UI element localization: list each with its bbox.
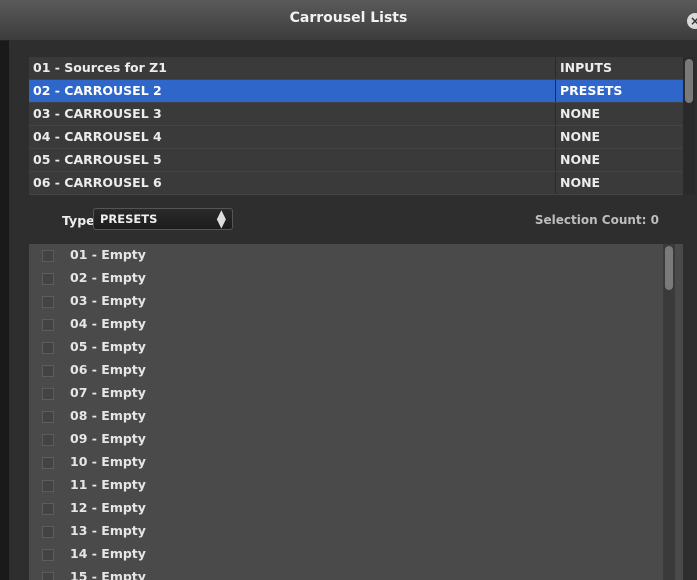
type-select-value: PRESETS	[100, 212, 158, 226]
carrousel-list-scrollbar[interactable]	[683, 57, 695, 195]
preset-row[interactable]: 13 - Empty	[29, 520, 683, 543]
carrousel-row[interactable]: 04 - CARROUSEL 4 NONE	[29, 126, 683, 149]
preset-label: 06 - Empty	[70, 362, 146, 377]
carrousel-row-type: PRESETS	[555, 80, 683, 102]
preset-row[interactable]: 07 - Empty	[29, 382, 683, 405]
preset-checkbox[interactable]	[42, 434, 54, 446]
type-select[interactable]: PRESETS ▲ ▼	[93, 208, 233, 230]
preset-row[interactable]: 14 - Empty	[29, 543, 683, 566]
preset-row[interactable]: 09 - Empty	[29, 428, 683, 451]
carrousel-row-type: INPUTS	[555, 57, 683, 79]
preset-row[interactable]: 11 - Empty	[29, 474, 683, 497]
preset-label: 02 - Empty	[70, 270, 146, 285]
carrousel-row[interactable]: 06 - CARROUSEL 6 NONE	[29, 172, 683, 195]
preset-row[interactable]: 06 - Empty	[29, 359, 683, 382]
carrousel-list: 01 - Sources for Z1 INPUTS 02 - CARROUSEL …	[29, 57, 683, 195]
preset-checkbox[interactable]	[42, 273, 54, 285]
preset-row[interactable]: 08 - Empty	[29, 405, 683, 428]
carrousel-row-name: 01 - Sources for Z1	[33, 60, 167, 75]
scrollbar-thumb[interactable]	[665, 246, 673, 290]
selection-count: Selection Count: 0	[534, 213, 659, 227]
preset-checkbox[interactable]	[42, 457, 54, 469]
preset-checkbox[interactable]	[42, 572, 54, 580]
preset-label: 13 - Empty	[70, 523, 146, 538]
preset-checkbox[interactable]	[42, 296, 54, 308]
type-label: Type	[62, 213, 95, 228]
preset-row[interactable]: 12 - Empty	[29, 497, 683, 520]
preset-label: 12 - Empty	[70, 500, 146, 515]
preset-row[interactable]: 02 - Empty	[29, 267, 683, 290]
carrousel-row[interactable]: 03 - CARROUSEL 3 NONE	[29, 103, 683, 126]
preset-row[interactable]: 10 - Empty	[29, 451, 683, 474]
window-title: Carrousel Lists	[289, 10, 408, 26]
preset-row[interactable]: 04 - Empty	[29, 313, 683, 336]
preset-row[interactable]: 05 - Empty	[29, 336, 683, 359]
preset-label: 09 - Empty	[70, 431, 146, 446]
preset-checkbox[interactable]	[42, 365, 54, 377]
carrousel-row-name: 03 - CARROUSEL 3	[33, 106, 162, 121]
preset-label: 10 - Empty	[70, 454, 146, 469]
preset-checkbox[interactable]	[42, 250, 54, 262]
updown-arrow-icon: ▲ ▼	[216, 207, 226, 230]
carrousel-row-name: 04 - CARROUSEL 4	[33, 129, 162, 144]
carrousel-row-name: 06 - CARROUSEL 6	[33, 175, 162, 190]
preset-label: 15 - Empty	[70, 569, 146, 580]
carrousel-row[interactable]: 05 - CARROUSEL 5 NONE	[29, 149, 683, 172]
scrollbar-thumb[interactable]	[685, 59, 693, 103]
preset-checkbox[interactable]	[42, 319, 54, 331]
preset-checkbox[interactable]	[42, 388, 54, 400]
preset-label: 01 - Empty	[70, 247, 146, 262]
carrousel-row-type: NONE	[555, 149, 683, 171]
presets-scrollbar[interactable]	[663, 244, 675, 580]
preset-label: 05 - Empty	[70, 339, 146, 354]
carrousel-row-type: NONE	[555, 103, 683, 125]
carrousel-row-type: NONE	[555, 126, 683, 148]
preset-checkbox[interactable]	[42, 549, 54, 561]
title-bar: Carrousel Lists ×	[0, 0, 697, 41]
preset-checkbox[interactable]	[42, 480, 54, 492]
carrousel-row[interactable]: 02 - CARROUSEL 2 PRESETS	[29, 80, 683, 103]
carrousel-row-name: 05 - CARROUSEL 5	[33, 152, 162, 167]
carrousel-row-type: NONE	[555, 172, 683, 194]
preset-checkbox[interactable]	[42, 411, 54, 423]
preset-checkbox[interactable]	[42, 503, 54, 515]
preset-label: 04 - Empty	[70, 316, 146, 331]
carrousel-dialog: 01 - Sources for Z1 INPUTS 02 - CARROUSEL …	[9, 40, 697, 580]
preset-label: 08 - Empty	[70, 408, 146, 423]
preset-label: 11 - Empty	[70, 477, 146, 492]
preset-row[interactable]: 03 - Empty	[29, 290, 683, 313]
preset-row[interactable]: 01 - Empty	[29, 244, 683, 267]
preset-checkbox[interactable]	[42, 526, 54, 538]
carrousel-row[interactable]: 01 - Sources for Z1 INPUTS	[29, 57, 683, 80]
preset-label: 07 - Empty	[70, 385, 146, 400]
carrousel-row-name: 02 - CARROUSEL 2	[33, 83, 162, 98]
preset-checkbox[interactable]	[42, 342, 54, 354]
presets-list: 01 - Empty 02 - Empty 03 - Empty 04 - Empty…	[29, 244, 683, 580]
preset-label: 14 - Empty	[70, 546, 146, 561]
preset-row[interactable]: 15 - Empty	[29, 566, 683, 580]
preset-label: 03 - Empty	[70, 293, 146, 308]
close-icon[interactable]: ×	[687, 13, 697, 29]
